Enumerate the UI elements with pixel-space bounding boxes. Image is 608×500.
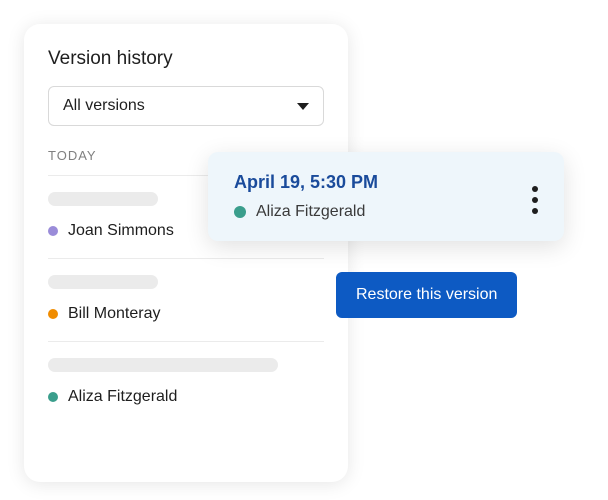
version-history-panel: Version history All versions TODAY Joan … <box>24 24 348 482</box>
user-color-dot <box>48 226 58 236</box>
more-options-icon[interactable] <box>528 180 542 220</box>
chevron-down-icon <box>297 103 309 110</box>
panel-title: Version history <box>48 48 324 70</box>
version-title-placeholder <box>48 358 278 372</box>
version-title-placeholder <box>48 275 158 289</box>
user-name: Joan Simmons <box>68 222 174 240</box>
user-name: Bill Monteray <box>68 305 160 323</box>
restore-version-button[interactable]: Restore this version <box>336 272 517 318</box>
version-title-placeholder <box>48 192 158 206</box>
user-color-dot <box>48 392 58 402</box>
user-color-dot <box>48 309 58 319</box>
version-filter-dropdown[interactable]: All versions <box>48 86 324 126</box>
selected-version-card: April 19, 5:30 PM Aliza Fitzgerald <box>208 152 564 241</box>
version-timestamp: April 19, 5:30 PM <box>234 172 378 193</box>
version-item[interactable]: Bill Monteray <box>48 258 324 341</box>
user-color-dot <box>234 206 246 218</box>
user-name: Aliza Fitzgerald <box>68 388 177 406</box>
version-item[interactable]: Aliza Fitzgerald <box>48 341 324 424</box>
filter-label: All versions <box>63 97 145 115</box>
user-name: Aliza Fitzgerald <box>256 203 365 221</box>
